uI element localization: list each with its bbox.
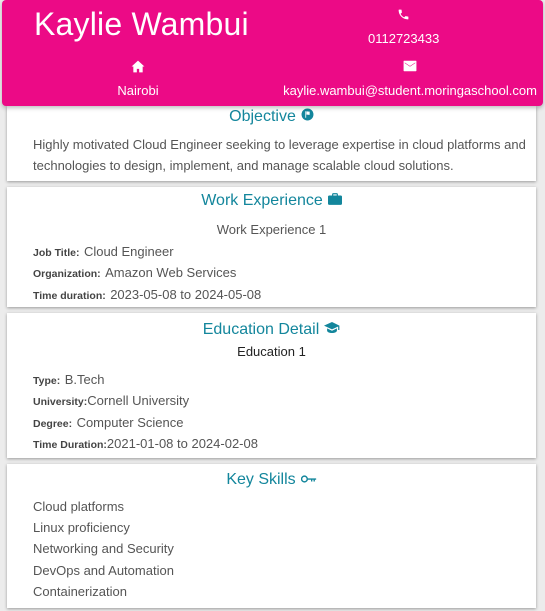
- job-title-value: Cloud Engineer: [83, 244, 174, 259]
- home-icon: [110, 60, 166, 76]
- work-entry-heading: Work Experience 1: [216, 222, 327, 237]
- education-type-row: Type: B.Tech: [33, 371, 104, 389]
- skill-item: Containerization: [33, 584, 127, 599]
- skills-title-row: Key Skills: [7, 464, 536, 490]
- skill-item: Cloud platforms: [33, 499, 125, 514]
- work-experience-card: Work Experience Work Experience 1 Job Ti…: [7, 187, 536, 307]
- education-duration-label: Time Duration:: [33, 439, 107, 451]
- objective-card: Objective Highly motivated Cloud Enginee…: [7, 106, 536, 181]
- education-title: Education Detail: [202, 321, 320, 338]
- work-experience-title: Work Experience: [201, 192, 323, 209]
- resume-page: Kaylie Wambui 0112723433 Nairobi kaylie.…: [0, 0, 545, 611]
- education-entry-heading: Education 1: [237, 344, 306, 359]
- education-type-label: Type:: [33, 375, 61, 387]
- university-row: University:Cornell University: [33, 392, 189, 410]
- education-card: Education Detail Education 1 Type: B.Tec…: [7, 313, 536, 458]
- skill-item: Networking and Security: [33, 541, 174, 556]
- work-duration-row: Time duration: 2023-05-08 to 2024-05-08: [33, 286, 261, 304]
- objective-title-row: Objective: [7, 106, 536, 127]
- key-icon: [300, 475, 316, 483]
- university-label: University:: [33, 396, 88, 408]
- education-duration-value: 2021-01-08 to 2024-02-08: [106, 436, 258, 451]
- skill-item: Linux proficiency: [33, 520, 130, 535]
- job-title-label: Job Title:: [33, 247, 80, 259]
- degree-label: Degree:: [33, 418, 73, 430]
- profile-name: Kaylie Wambui: [34, 6, 249, 42]
- graduation-cap-icon: [324, 321, 340, 334]
- university-value: Cornell University: [87, 393, 190, 408]
- key-skills-title: Key Skills: [226, 471, 296, 488]
- objective-text: Highly motivated Cloud Engineer seeking …: [33, 137, 526, 173]
- location-text: Nairobi: [117, 83, 159, 98]
- phone-contact: 0112723433: [368, 8, 440, 46]
- key-skills-card: Key Skills Cloud platforms Linux profici…: [7, 464, 536, 608]
- education-title-row: Education Detail: [7, 313, 536, 340]
- education-duration-row: Time Duration:2021-01-08 to 2024-02-08: [33, 435, 258, 453]
- organization-row: Organization: Amazon Web Services: [33, 264, 236, 282]
- job-title-row: Job Title: Cloud Engineer: [33, 243, 174, 261]
- organization-value: Amazon Web Services: [105, 265, 237, 280]
- location-contact: Nairobi: [110, 60, 166, 98]
- email-address: kaylie.wambui@student.moringaschool.com: [283, 83, 537, 98]
- envelope-icon: [275, 60, 545, 76]
- organization-label: Organization:: [33, 268, 101, 280]
- degree-value: Computer Science: [76, 415, 184, 430]
- phone-number: 0112723433: [368, 31, 440, 46]
- degree-row: Degree: Computer Science: [33, 414, 184, 432]
- flag-icon: [301, 108, 314, 121]
- email-contact: kaylie.wambui@student.moringaschool.com: [275, 60, 545, 98]
- work-duration-label: Time duration:: [33, 290, 106, 302]
- work-title-row: Work Experience: [7, 187, 536, 211]
- skill-item: DevOps and Automation: [33, 563, 174, 578]
- education-type-value: B.Tech: [64, 372, 105, 387]
- profile-header: Kaylie Wambui 0112723433 Nairobi kaylie.…: [2, 0, 543, 106]
- phone-icon: [368, 8, 438, 24]
- objective-title: Objective: [229, 108, 296, 125]
- work-duration-value: 2023-05-08 to 2024-05-08: [110, 287, 262, 302]
- briefcase-icon: [327, 193, 342, 205]
